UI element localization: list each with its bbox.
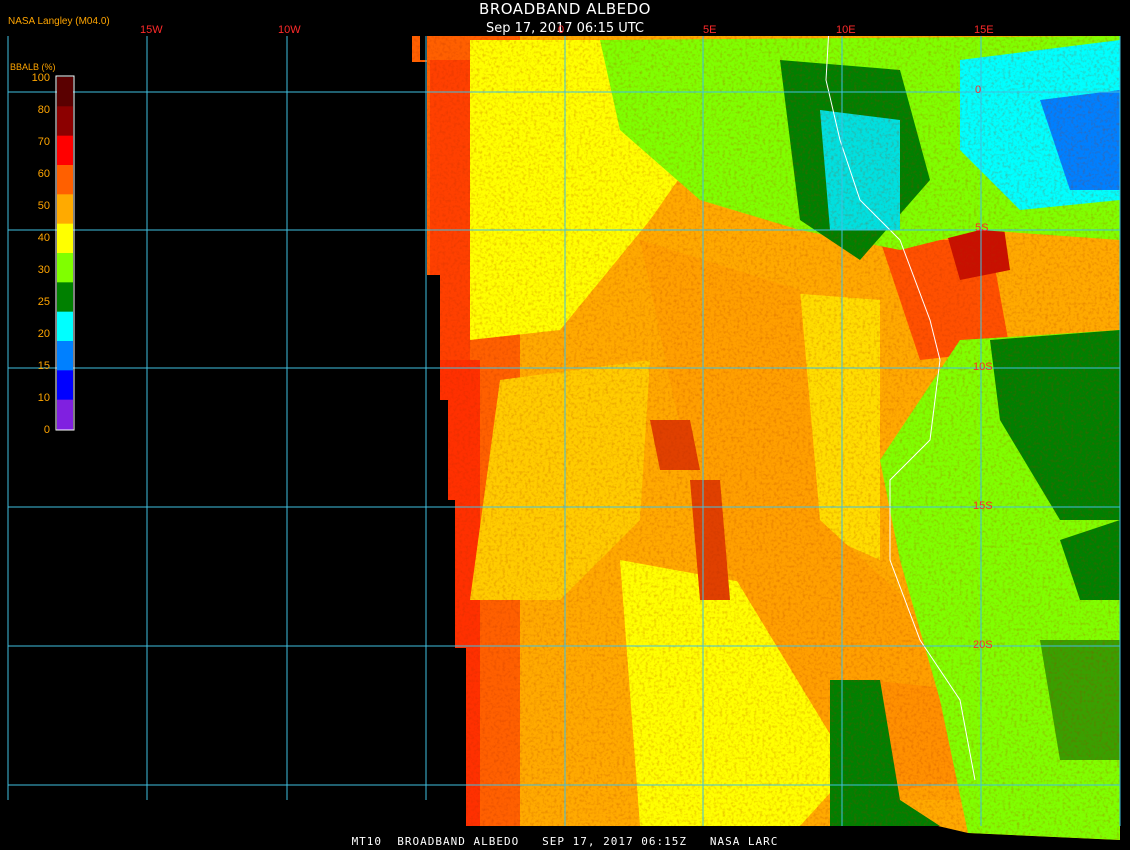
legend-tick: 25 — [37, 296, 50, 308]
albedo-map — [7, 36, 1121, 840]
lon-label: 10E — [836, 24, 856, 36]
colorbar-swatch — [57, 253, 73, 283]
legend-tick: 10 — [37, 392, 50, 404]
lat-label: 20S — [973, 639, 993, 651]
legend-tick: 30 — [37, 264, 50, 276]
albedo-imagery — [412, 36, 1120, 840]
lon-label: 10W — [278, 24, 301, 36]
colorbar-swatch — [57, 77, 73, 107]
legend-tick: 80 — [37, 104, 50, 116]
lat-label: 0 — [975, 84, 982, 96]
colorbar-swatch — [57, 135, 73, 166]
legend-tick: 100 — [31, 72, 50, 84]
footer-caption: MT10 BROADBAND ALBEDO SEP 17, 2017 06:15… — [351, 835, 779, 848]
lon-label: 5E — [703, 24, 717, 36]
legend-tick: 20 — [37, 328, 50, 340]
colorbar-swatch — [57, 282, 73, 313]
legend-tick: 50 — [37, 200, 50, 212]
lat-label: 15S — [973, 500, 993, 512]
lat-label: 10S — [973, 361, 993, 373]
lon-label: 15E — [974, 24, 994, 36]
lon-label: 15W — [140, 24, 163, 36]
legend-tick: 40 — [37, 232, 50, 244]
legend-tick: 0 — [43, 424, 50, 436]
lon-label: 0 — [558, 24, 565, 36]
colorbar-swatch — [57, 223, 73, 254]
legend-tick: 60 — [37, 168, 50, 180]
colorbar-swatch — [57, 399, 73, 430]
map-timestamp: Sep 17, 2017 06:15 UTC — [485, 21, 645, 36]
credit-label: NASA Langley (M04.0) — [8, 16, 110, 27]
legend-tick: 15 — [37, 360, 50, 372]
legend-tick: 70 — [37, 136, 50, 148]
colorbar-swatch — [57, 370, 73, 401]
colorbar-swatch — [57, 311, 73, 342]
colorbar-swatch — [57, 194, 73, 225]
colorbar-swatch — [57, 165, 73, 195]
colorbar-swatch — [57, 341, 73, 371]
legend-title: BBALB (%) — [10, 62, 56, 72]
colorbar — [57, 77, 73, 430]
colorbar-swatch — [57, 106, 73, 137]
lat-label: 5S — [975, 222, 989, 234]
map-title: BROADBAND ALBEDO — [479, 0, 651, 18]
